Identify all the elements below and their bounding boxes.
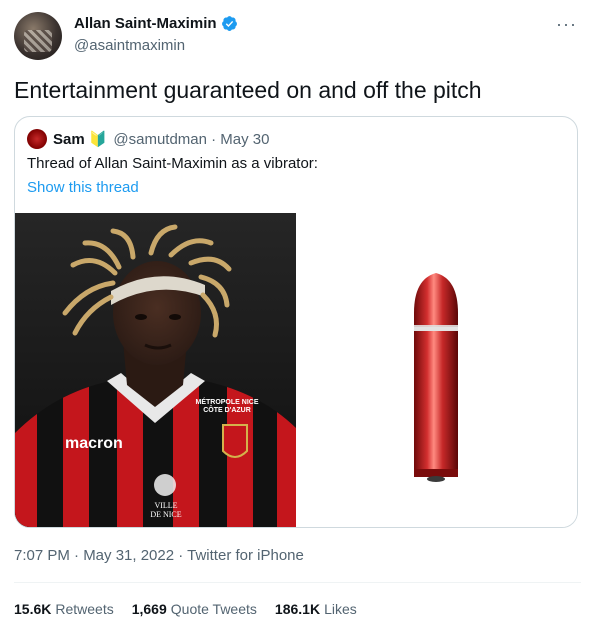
likes-count: 186.1K <box>274 601 321 617</box>
quoted-tweet-header: Sam 🔰 @samutdman · May 30 <box>27 129 270 149</box>
author-name-row: Allan Saint-Maximin <box>74 15 238 32</box>
jersey-sponsor-text: MÉTROPOLE NICE CÔTE D'AZUR <box>195 399 259 414</box>
quoted-author-name[interactable]: Sam <box>53 131 85 148</box>
divider <box>14 582 581 583</box>
quote-tweets-count: 1,669 <box>131 601 167 617</box>
retweets-label: Retweets <box>55 601 114 617</box>
jersey-brand-text: macron <box>65 435 123 452</box>
quote-tweets-label: Quote Tweets <box>170 601 257 617</box>
likes-label: Likes <box>324 601 357 617</box>
retweets-stat[interactable]: 15.6K Retweets <box>14 601 114 617</box>
likes-stat[interactable]: 186.1K Likes <box>275 601 357 617</box>
quote-tweets-stat[interactable]: 1,669 Quote Tweets <box>132 601 257 617</box>
player-photo[interactable]: macron MÉTROPOLE NICE CÔTE D'AZUR VILLE … <box>15 213 296 527</box>
player-photo-illustration <box>15 213 296 527</box>
show-thread-link[interactable]: Show this thread <box>27 179 139 196</box>
tweet-timestamp-source[interactable]: 7:07 PM · May 31, 2022 · Twitter for iPh… <box>14 547 304 564</box>
retweets-count: 15.6K <box>14 601 52 617</box>
more-options-icon[interactable]: ··· <box>556 14 577 35</box>
quoted-tweet-text: Thread of Allan Saint-Maximin as a vibra… <box>27 155 318 172</box>
beginner-badge-icon: 🔰 <box>88 131 108 148</box>
author-avatar[interactable] <box>14 12 62 60</box>
author-name[interactable]: Allan Saint-Maximin <box>74 15 217 32</box>
quoted-tweet[interactable]: Sam 🔰 @samutdman · May 30 Thread of Alla… <box>14 116 578 528</box>
engagement-stats: 15.6K Retweets 1,669 Quote Tweets 186.1K Li… <box>14 601 375 617</box>
author-handle[interactable]: @asaintmaximin <box>74 37 185 54</box>
jersey-crest-text: VILLE DE NICE <box>150 501 182 519</box>
quoted-author-avatar[interactable] <box>27 129 47 149</box>
product-illustration <box>414 273 458 482</box>
verified-badge-icon <box>221 16 237 31</box>
quoted-media[interactable]: macron MÉTROPOLE NICE CÔTE D'AZUR VILLE … <box>15 213 577 527</box>
product-photo[interactable] <box>296 213 577 527</box>
tweet-text: Entertainment guaranteed on and off the … <box>14 77 482 103</box>
quoted-handle-date[interactable]: @samutdman · May 30 <box>113 131 269 148</box>
